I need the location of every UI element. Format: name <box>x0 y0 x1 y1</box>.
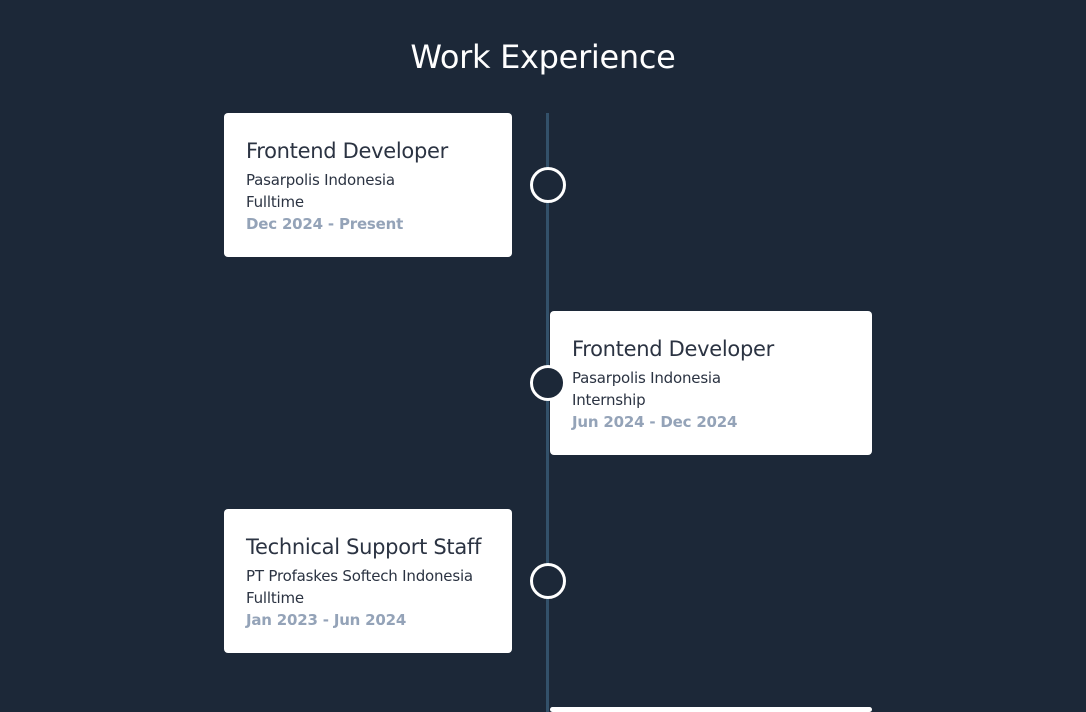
work-experience-page: Work Experience Frontend Developer Pasar… <box>0 0 1086 712</box>
experience-company: PT Profaskes Softech Indonesia <box>246 567 473 585</box>
experience-role: Frontend Developer <box>572 337 774 361</box>
experience-role: Frontend Developer <box>246 139 448 163</box>
experience-company: Pasarpolis Indonesia <box>246 171 395 189</box>
experience-card: Frontend Developer Pasarpolis Indonesia … <box>550 311 872 455</box>
experience-card <box>550 707 872 712</box>
timeline-dot <box>530 167 566 203</box>
experience-dates: Dec 2024 - Present <box>246 215 404 233</box>
timeline-dot <box>530 365 566 401</box>
experience-type: Fulltime <box>246 589 304 607</box>
experience-type: Fulltime <box>246 193 304 211</box>
experience-company: Pasarpolis Indonesia <box>572 369 721 387</box>
experience-role: Technical Support Staff <box>246 535 482 559</box>
experience-dates: Jun 2024 - Dec 2024 <box>572 413 738 431</box>
experience-type: Internship <box>572 391 646 409</box>
page-title: Work Experience <box>410 38 676 76</box>
experience-dates: Jan 2023 - Jun 2024 <box>246 611 407 629</box>
timeline-dot <box>530 563 566 599</box>
experience-card: Frontend Developer Pasarpolis Indonesia … <box>224 113 512 257</box>
experience-card: Technical Support Staff PT Profaskes Sof… <box>224 509 512 653</box>
